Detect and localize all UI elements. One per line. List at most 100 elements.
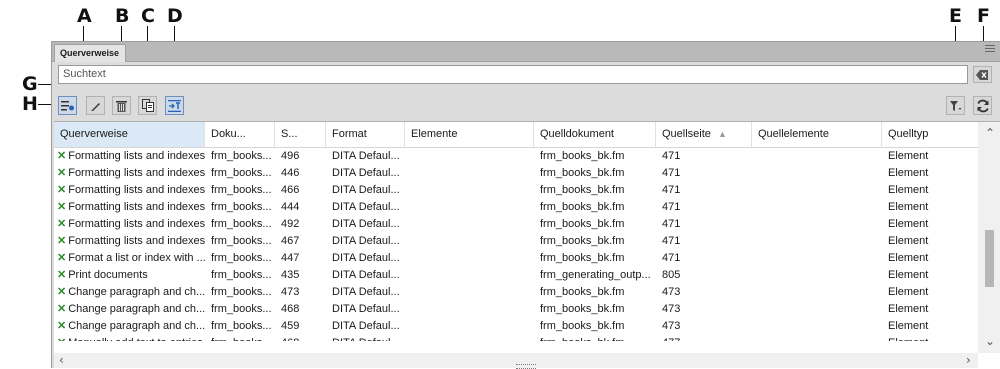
table-row[interactable]: ✕ Change paragraph and ch... frm_books... 4… [54,318,978,335]
cell-querverweis: ✕ Formatting lists and indexes [54,233,205,250]
cell-seite: 492 [281,218,300,230]
column-header-dokument[interactable]: Doku... [205,122,275,147]
refresh-icon[interactable] [973,96,992,115]
table-row[interactable]: ✕ Change paragraph and ch... frm_books... 4… [54,284,978,301]
cell-quelltyp: Element [888,167,929,179]
vertical-scroll-thumb[interactable] [985,230,994,287]
cell-seite: 467 [281,235,300,247]
table-row[interactable]: ✕ Formatting lists and indexes frm_books..… [54,182,978,199]
column-header-quellseite[interactable]: Quellseite ▲ [656,122,752,147]
scroll-left-icon[interactable]: ‹ [59,353,64,367]
cell-format: DITA Defaul... [332,218,400,230]
table-row[interactable]: ✕ Formatting lists and indexes frm_books..… [54,165,978,182]
cell-quelltyp: Element [888,269,929,281]
cell-format: DITA Defaul... [332,303,400,315]
table-row[interactable]: ✕ Change paragraph and ch... frm_books... 4… [54,301,978,318]
cell-quelltyp: Element [888,184,929,196]
cell-quellseite: 473 [662,303,681,315]
unresolved-status-icon: ✕ [57,320,67,332]
cell-quellseite: 471 [662,252,681,264]
cell-quellelemente [752,335,882,341]
edit-pencil-icon[interactable] [86,96,105,115]
cell-elemente [405,199,534,216]
cell-elemente [405,301,534,318]
table-row[interactable]: ✕ Print documents frm_books... 435 DITA Defa… [54,267,978,284]
cell-quelldokument: frm_books_bk.fm [540,252,625,264]
cell-format: DITA Defaul... [332,184,400,196]
cell-elemente [405,148,534,165]
cell-quelltyp: Element [888,201,929,213]
cell-elemente [405,182,534,199]
column-header-quellelemente[interactable]: Quellelemente [752,122,882,147]
callout-e: E [949,5,962,27]
cell-quellelemente [752,233,882,250]
unresolved-status-icon: ✕ [57,150,67,162]
cell-quelldokument: frm_books_bk.fm [534,335,656,341]
cell-text: Print documents [68,269,148,281]
filter-funnel-icon[interactable] [946,96,965,115]
table-row[interactable]: ✕ Formatting lists and indexes frm_books..… [54,233,978,250]
cell-seite: 466 [281,184,300,196]
cell-quelltyp: Element [888,320,929,332]
cell-querverweis: ✕Manually add text to entries [54,335,205,341]
cell-seite: 468 [281,303,300,315]
tab-querverweise[interactable]: Querverweise [54,44,126,62]
cell-elemente [405,267,534,284]
cell-dokument: frm_books... [211,286,272,298]
column-header-quelltyp[interactable]: Quelltyp [882,122,978,147]
update-cross-reference-icon[interactable] [165,96,184,115]
cell-format: DITA Defaul... [332,286,400,298]
column-header-format[interactable]: Format [326,122,405,147]
table-row[interactable]: ✕ Formatting lists and indexes frm_books..… [54,148,978,165]
cell-quelldokument: frm_books_bk.fm [540,184,625,196]
show-filter-toggle-icon[interactable] [58,96,77,115]
copy-reference-icon[interactable] [138,96,157,115]
cell-format: DITA Defaul... [332,320,400,332]
delete-trash-icon[interactable] [112,96,131,115]
cell-elemente [405,250,534,267]
cell-text: Format a list or index with ... [68,252,205,264]
column-header-quelldokument[interactable]: Quelldokument [534,122,656,147]
scroll-right-icon[interactable]: › [966,353,971,367]
table-row[interactable]: ✕ Formatting lists and indexes frm_books..… [54,216,978,233]
resize-grip[interactable] [516,364,536,369]
cell-dokument: frm_books... [205,335,275,341]
cell-quelltyp: Element [888,252,929,264]
cell-seite: 459 [281,320,300,332]
unresolved-status-icon: ✕ [57,167,67,179]
column-header-querverweise[interactable]: Querverweise [54,122,205,147]
cell-quellseite: 473 [662,286,681,298]
cell-querverweis: ✕ Change paragraph and ch... [54,284,205,301]
sort-ascending-icon: ▲ [718,129,727,139]
cell-format: DITA Defaul... [332,167,400,179]
column-header-elemente[interactable]: Elemente [405,122,534,147]
cell-quelltyp: Element [888,303,929,315]
cell-text: Formatting lists and indexes [68,167,205,179]
callout-a: A [77,5,92,27]
scroll-up-icon[interactable]: ⌃ [985,126,995,140]
cell-quelldokument: frm_generating_outp... [540,269,651,281]
cell-quellseite: 471 [662,235,681,247]
cell-quelldokument: frm_books_bk.fm [540,150,625,162]
clear-search-icon[interactable] [973,66,992,83]
cell-querverweis: ✕ Format a list or index with ... [54,250,205,267]
cell-text: Change paragraph and ch... [68,303,205,315]
search-input[interactable]: Suchtext [58,65,968,84]
cell-text: Formatting lists and indexes [68,218,205,230]
cell-quellseite: 471 [662,218,681,230]
cross-references-panel: Querverweise Suchtext Querverweise Doku.… [51,41,1000,369]
panel-menu-icon[interactable] [985,45,995,57]
table-row[interactable]: ✕Manually add text to entriesfrm_books..… [54,335,978,341]
cell-quellseite: 477 [656,335,752,341]
column-header-seite[interactable]: S... [275,122,326,147]
table-row[interactable]: ✕ Formatting lists and indexes frm_books..… [54,199,978,216]
cell-format: DITA Defaul... [326,335,405,341]
vertical-scrollbar[interactable]: ⌃ ⌄ [978,122,1000,353]
table-row[interactable]: ✕ Format a list or index with ... frm_book… [54,250,978,267]
scroll-down-icon[interactable]: ⌄ [985,334,995,348]
cell-elemente [405,216,534,233]
cell-text: Change paragraph and ch... [68,320,205,332]
cell-quellelemente [752,267,882,284]
cell-querverweis: ✕ Print documents [54,267,205,284]
cell-text: Manually add text to entries [68,337,203,341]
